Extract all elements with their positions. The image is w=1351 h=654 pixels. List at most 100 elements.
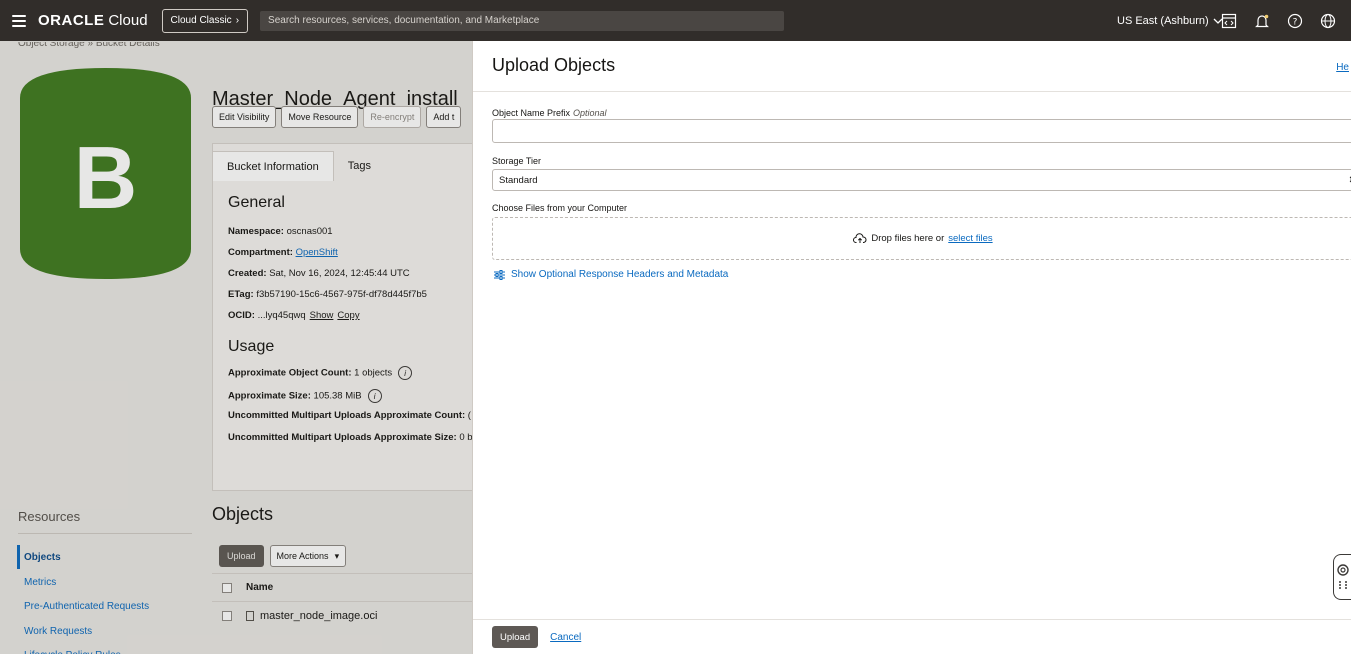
svg-text:?: ? (1293, 17, 1298, 27)
approx-size-label: Approximate Size: (228, 390, 311, 402)
optional-headers-label: Show Optional Response Headers and Metad… (511, 269, 729, 280)
object-count-row: Approximate Object Count: 1 objects i (228, 366, 413, 380)
storage-tier-label: Storage Tier (492, 156, 542, 166)
developer-tools-icon[interactable] (1220, 12, 1238, 30)
ocid-copy-link[interactable]: Copy (337, 310, 359, 321)
multipart-size-label: Uncommitted Multipart Uploads Approximat… (228, 432, 457, 443)
cloud-classic-label: Cloud Classic (170, 15, 232, 26)
help-widget[interactable] (1333, 554, 1351, 600)
row-checkbox[interactable] (222, 610, 232, 621)
cloud-classic-button[interactable]: Cloud Classic › (161, 8, 249, 33)
compartment-label: Compartment: (228, 247, 293, 258)
object-count-value: 1 objects (354, 367, 393, 379)
objects-table: Name master_node_image.oci (212, 573, 472, 629)
divider (18, 533, 192, 534)
ocid-row: OCID: ...lyq45qwq Show Copy (228, 310, 360, 321)
add-tags-button[interactable]: Add t (426, 106, 462, 128)
etag-label: ETag: (228, 289, 254, 300)
sliders-icon (494, 269, 505, 280)
objects-upload-button[interactable]: Upload (219, 545, 264, 567)
active-indicator (17, 545, 20, 569)
help-link[interactable]: He (1336, 62, 1349, 73)
notifications-bell-icon[interactable] (1253, 12, 1271, 30)
resource-objects[interactable]: Objects (24, 552, 61, 563)
namespace-row: Namespace: oscnas001 (228, 226, 333, 237)
object-name-prefix-input[interactable] (492, 119, 1351, 143)
prefix-field-label: Object Name Prefix Optional (492, 108, 607, 118)
select-files-link[interactable]: select files (948, 233, 992, 244)
multipart-count-value: ( (467, 410, 471, 421)
tab-bucket-information[interactable]: Bucket Information (212, 151, 334, 181)
file-icon (246, 610, 254, 621)
select-arrows-icon: ⇕ (1348, 175, 1351, 186)
help-icon[interactable]: ? (1286, 12, 1304, 30)
resource-work-requests[interactable]: Work Requests (24, 626, 92, 637)
tab-tags[interactable]: Tags (334, 151, 385, 181)
move-resource-button[interactable]: Move Resource (281, 106, 359, 128)
oracle-cloud-logo[interactable]: ORACLE Cloud (38, 12, 148, 29)
optional-headers-toggle[interactable]: Show Optional Response Headers and Metad… (494, 269, 728, 280)
panel-footer: Upload Cancel (473, 619, 1351, 654)
prefix-label: Object Name Prefix (492, 108, 571, 118)
region-selector[interactable]: US East (Ashburn) (1117, 0, 1223, 41)
region-label: US East (Ashburn) (1117, 14, 1209, 27)
bucket-actions: Edit Visibility Move Resource Re-encrypt… (212, 106, 462, 128)
file-drop-zone[interactable]: Drop files here or select files (492, 217, 1351, 260)
caret-down-icon: ▾ (334, 550, 340, 561)
objects-heading: Objects (212, 504, 274, 524)
compartment-row: Compartment: OpenShift (228, 247, 338, 258)
re-encrypt-button[interactable]: Re-encrypt (363, 106, 422, 128)
ocid-show-link[interactable]: Show (310, 310, 334, 321)
compartment-link[interactable]: OpenShift (296, 247, 338, 258)
ocid-value: ...lyq45qwq (257, 310, 306, 321)
brand-oracle: ORACLE (38, 12, 105, 29)
namespace-label: Namespace: (228, 226, 284, 237)
choose-files-label: Choose Files from your Computer (492, 203, 628, 213)
prefix-optional-hint: Optional (573, 108, 607, 118)
approx-size-row: Approximate Size: 105.38 MiB i (228, 389, 382, 403)
resource-metrics[interactable]: Metrics (24, 577, 56, 588)
top-navigation-bar: ORACLE Cloud Cloud Classic › Search reso… (0, 0, 1351, 41)
upload-button[interactable]: Upload (492, 626, 539, 648)
resource-lifecycle-policy-rules[interactable]: Lifecycle Policy Rules (24, 650, 121, 654)
divider (473, 91, 1351, 92)
bucket-icon: B (20, 68, 191, 279)
info-icon[interactable]: i (398, 366, 413, 380)
approx-size-value: 105.38 MiB (313, 390, 362, 402)
chevron-right-icon: › (235, 15, 240, 26)
resources-heading: Resources (18, 509, 81, 524)
object-name[interactable]: master_node_image.oci (260, 610, 377, 622)
cancel-link[interactable]: Cancel (550, 632, 581, 643)
column-name-header[interactable]: Name (246, 582, 273, 593)
edit-visibility-button[interactable]: Edit Visibility (212, 106, 277, 128)
search-placeholder: Search resources, services, documentatio… (268, 15, 540, 26)
language-globe-icon[interactable] (1319, 12, 1337, 30)
resource-pre-authenticated-requests[interactable]: Pre-Authenticated Requests (24, 601, 149, 612)
table-row: master_node_image.oci (212, 601, 472, 629)
multipart-size-value: 0 b (459, 432, 472, 443)
menu-icon[interactable] (12, 14, 26, 27)
select-all-checkbox[interactable] (222, 582, 232, 593)
bucket-letter: B (74, 128, 138, 227)
upload-objects-panel: Upload Objects He Object Name Prefix Opti… (472, 41, 1351, 654)
info-icon[interactable]: i (367, 389, 382, 403)
more-actions-button[interactable]: More Actions ▾ (269, 545, 347, 567)
breadcrumb[interactable]: Object Storage » Bucket Details (18, 42, 160, 50)
storage-tier-value: Standard (499, 174, 538, 186)
search-input[interactable]: Search resources, services, documentatio… (260, 10, 785, 31)
storage-tier-select[interactable]: Standard ⇕ (492, 169, 1351, 191)
more-actions-label: More Actions (276, 551, 329, 561)
etag-value: f3b57190-15c6-4567-975f-df78d445f7b5 (256, 289, 427, 300)
general-heading: General (228, 194, 285, 211)
panel-title: Upload Objects (492, 55, 616, 75)
multipart-count-row: Uncommitted Multipart Uploads Approximat… (228, 410, 472, 421)
ocid-label: OCID: (228, 310, 255, 321)
objects-toolbar: Upload More Actions ▾ (219, 545, 347, 567)
object-count-label: Approximate Object Count: (228, 367, 352, 379)
grid-dots-icon (1338, 581, 1347, 589)
bucket-tabs: Bucket Information Tags (212, 151, 385, 181)
multipart-count-label: Uncommitted Multipart Uploads Approximat… (228, 410, 466, 421)
lifebuoy-icon (1336, 564, 1349, 576)
multipart-size-row: Uncommitted Multipart Uploads Approximat… (228, 432, 472, 443)
usage-heading: Usage (228, 338, 275, 355)
